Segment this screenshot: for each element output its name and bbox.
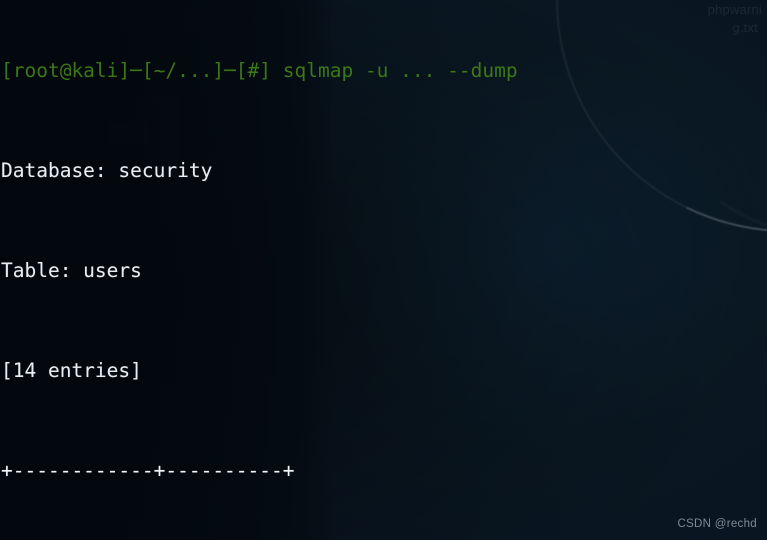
table-line: Table: users xyxy=(1,259,142,282)
database-line: Database: security xyxy=(1,159,213,182)
csdn-watermark: CSDN @rechd xyxy=(677,518,757,530)
terminal-output: [root@kali]─[~/...]─[#] sqlmap -u ... --… xyxy=(0,0,518,540)
terminal-screenshot: phpwarni g.txt woo...ain pro....og. prox… xyxy=(0,0,767,540)
entries-count-line: [14 entries] xyxy=(1,359,142,382)
shell-prompt-line: [root@kali]─[~/...]─[#] sqlmap -u ... --… xyxy=(1,59,518,82)
terminal-window[interactable]: [root@kali]─[~/...]─[#] sqlmap -u ... --… xyxy=(0,0,767,540)
table-rule-top: +------------+----------+ xyxy=(1,459,295,482)
